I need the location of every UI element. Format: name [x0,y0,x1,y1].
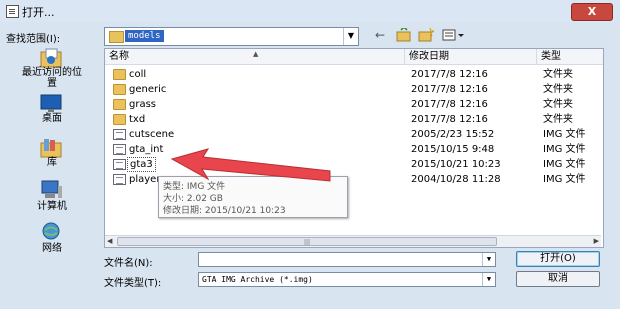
new-folder-icon[interactable] [418,27,436,43]
recent-places-icon [39,48,63,68]
file-type: 文件夹 [543,84,573,95]
lookin-label: 查找范围(I): [6,34,61,45]
place-computer-label: 计算机 [37,201,67,212]
file-name: coll [129,69,147,80]
window-title: 打开... [22,6,55,19]
file-date: 2015/10/21 10:23 [411,159,501,170]
file-type: 文件夹 [543,114,573,125]
file-name: grass [129,99,157,110]
filename-label: 文件名(N): [104,258,153,269]
chevron-down-icon[interactable]: ▼ [482,273,495,286]
place-desktop-label: 桌面 [42,113,62,124]
file-date: 2004/10/28 11:28 [411,174,501,185]
img-file-icon [113,174,126,185]
file-name: gta3 [127,157,156,172]
filename-input[interactable]: ▼ [198,252,496,267]
chevron-down-icon[interactable]: ▼ [482,253,495,266]
column-header-type[interactable]: 类型 [537,49,603,65]
computer-icon [39,180,63,200]
place-network-label: 网络 [42,243,62,254]
open-button[interactable]: 打开(O) [516,251,600,267]
file-name: cutscene [129,129,175,140]
file-name: generic [129,84,167,95]
file-type: IMG 文件 [543,174,586,185]
title-bar: 打开... X [0,0,620,22]
file-type: IMG 文件 [543,159,586,170]
file-name: player [129,174,161,185]
lookin-dropdown[interactable]: models ▼ [104,27,359,46]
folder-icon [113,84,126,95]
column-header-name[interactable]: 名称 ▲ [105,49,405,65]
lookin-value: models [125,30,164,42]
file-date: 2015/10/15 9:48 [411,144,495,155]
folder-icon [113,69,126,80]
horizontal-scrollbar[interactable]: ◀ ||| ▶ [105,235,601,247]
network-icon [39,222,63,242]
file-type: IMG 文件 [543,129,586,140]
file-row[interactable]: cutscene 2005/2/23 15:52 IMG 文件 [105,127,601,142]
filetype-label: 文件类型(T): [104,278,162,289]
places-bar: 最近访问的位 置 桌面 库 计算机 网络 [5,46,99,276]
folder-icon [109,31,124,43]
file-date: 2017/7/8 12:16 [411,69,488,80]
file-row[interactable]: coll 2017/7/8 12:16 文件夹 [105,67,601,82]
desktop-icon [39,94,63,114]
close-button[interactable]: X [571,3,613,21]
red-arrow-annotation [170,148,331,182]
sort-ascending-icon: ▲ [253,50,259,58]
view-menu-icon[interactable] [442,28,466,43]
file-date: 2017/7/8 12:16 [411,84,488,95]
column-date-label: 修改日期 [409,51,449,62]
scroll-right-icon[interactable]: ▶ [594,236,599,246]
img-file-icon [113,159,126,170]
chevron-down-icon[interactable]: ▼ [343,28,358,45]
library-icon [39,138,63,158]
open-file-dialog: 打开... X 查找范围(I): models ▼ ← 最近访问的位 置 桌面 [0,0,620,309]
file-name: txd [129,114,146,125]
file-type: 文件夹 [543,69,573,80]
file-row[interactable]: txd 2017/7/8 12:16 文件夹 [105,112,601,127]
scroll-left-icon[interactable]: ◀ [107,236,112,246]
filetype-value: GTA IMG Archive (*.img) [202,275,313,284]
column-type-label: 类型 [541,51,561,62]
filetype-select[interactable]: GTA IMG Archive (*.img) ▼ [198,272,496,287]
cancel-button[interactable]: 取消 [516,271,600,287]
file-row[interactable]: generic 2017/7/8 12:16 文件夹 [105,82,601,97]
img-file-icon [113,144,126,155]
place-libraries-label: 库 [47,157,57,168]
file-date: 2017/7/8 12:16 [411,99,488,110]
file-type: IMG 文件 [543,144,586,155]
tooltip-date: 修改日期: 2015/10/21 10:23 [163,206,286,216]
up-folder-icon[interactable] [396,25,412,43]
file-name: gta_int [129,144,164,155]
column-header-date[interactable]: 修改日期 [405,49,537,65]
folder-icon [113,99,126,110]
file-date: 2005/2/23 15:52 [411,129,495,140]
file-row[interactable]: grass 2017/7/8 12:16 文件夹 [105,97,601,112]
dialog-icon [6,5,19,18]
column-name-label: 名称 [109,51,129,62]
place-recent-label-2: 置 [47,78,57,89]
file-date: 2017/7/8 12:16 [411,114,488,125]
folder-icon [113,114,126,125]
file-type: 文件夹 [543,99,573,110]
scrollbar-thumb[interactable]: ||| [117,237,497,246]
back-icon[interactable]: ← [372,28,388,43]
grip-icon: ||| [304,239,311,246]
img-file-icon [113,129,126,140]
